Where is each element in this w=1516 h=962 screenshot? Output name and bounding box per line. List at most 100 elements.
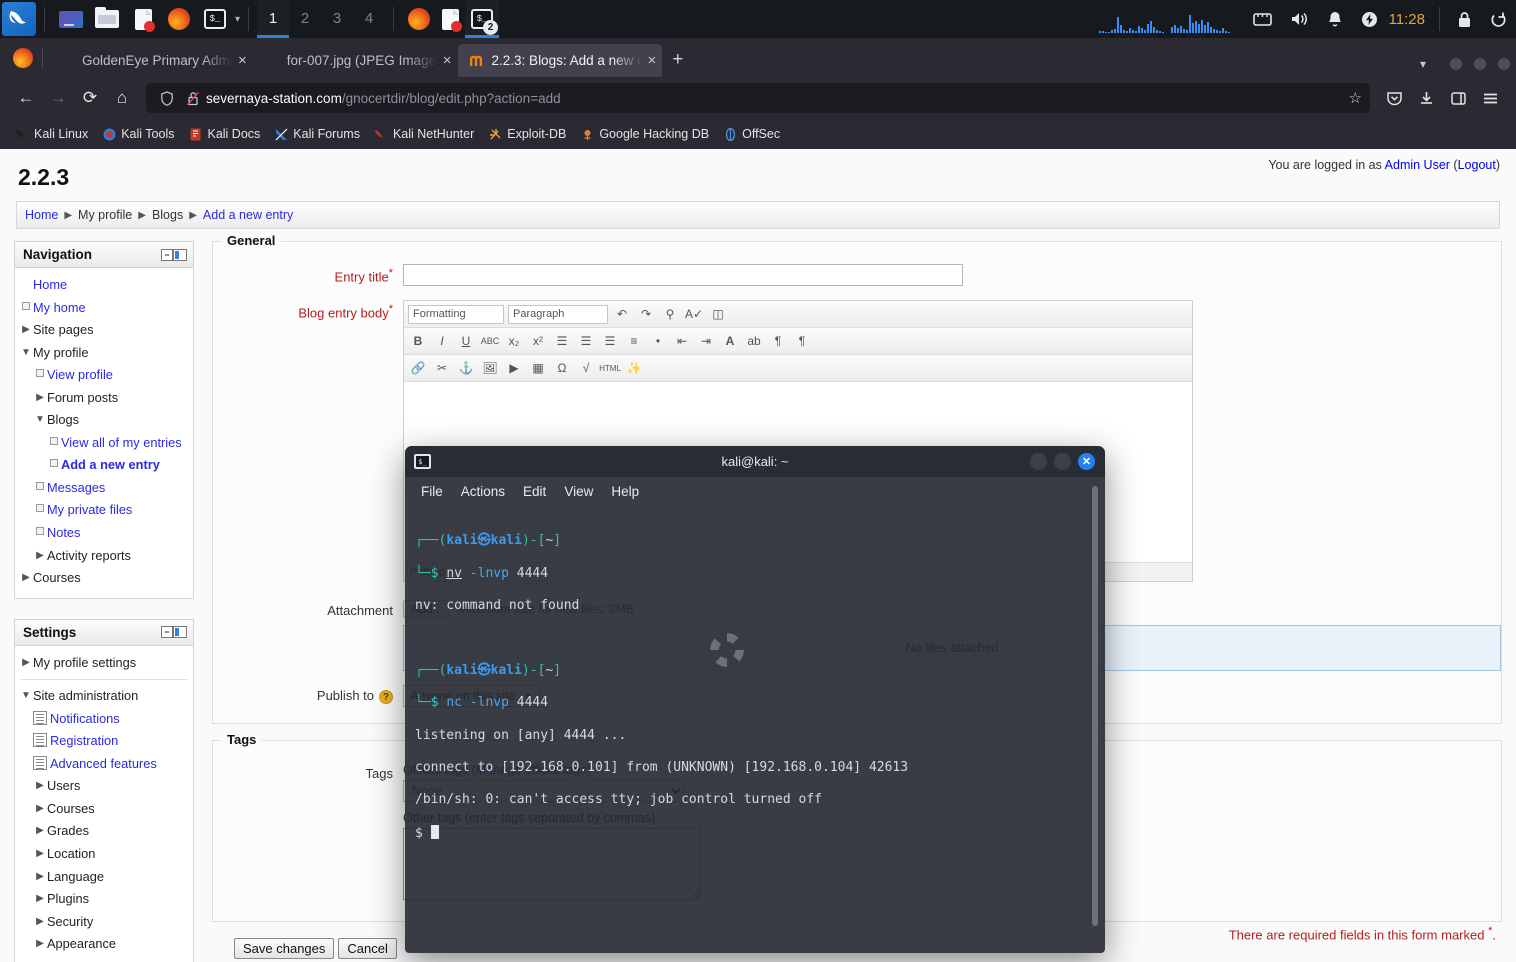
minimize-block-icon[interactable]: − [161,626,173,639]
terminal-titlebar[interactable]: $_ kali@kali: ~ ✕ [405,446,1105,477]
settings-item-label[interactable]: Registration [50,732,118,751]
ltr-icon[interactable]: ¶ [768,332,788,351]
downloads-icon[interactable] [1410,82,1442,114]
rtl-icon[interactable]: ¶ [792,332,812,351]
logged-in-user-link[interactable]: Admin User [1385,158,1450,172]
bookmark-kali-docs[interactable]: Kali Docs [181,124,267,144]
settings-item-plugins[interactable]: Plugins [19,888,189,911]
shield-icon[interactable] [160,90,174,106]
underline-icon[interactable]: U [456,332,476,351]
settings-item-grades[interactable]: Grades [19,820,189,843]
format-select[interactable]: Formatting [408,304,504,324]
nav-item-blogs[interactable]: Blogs [19,409,189,432]
window-minimize-button[interactable] [1450,58,1462,70]
workspace-2[interactable]: 2 [289,0,321,38]
settings-item-my-profile-settings[interactable]: My profile settings [19,652,189,675]
entry-title-input[interactable] [403,264,963,286]
bookmark-google-hacking-db[interactable]: Google Hacking DB [573,124,716,144]
nav-item-label[interactable]: My private files [47,501,132,520]
nav-item-label[interactable]: Home [33,276,67,295]
settings-item-site-administration[interactable]: Site administration [19,685,189,708]
bookmark-kali-nethunter[interactable]: Kali NetHunter [367,124,481,144]
nav-item-my-profile[interactable]: My profile [19,342,189,365]
subscript-icon[interactable]: x₂ [504,332,524,351]
nav-item-label[interactable]: Add a new entry [61,456,160,475]
style-select[interactable]: Paragraph [508,304,608,324]
window-close-button[interactable] [1498,58,1510,70]
nav-item-label[interactable]: Notes [47,524,80,543]
tab-close-icon[interactable]: × [238,53,247,68]
workspace-4[interactable]: 4 [353,0,385,38]
nav-item-label[interactable]: View all of my entries [61,434,182,453]
display-settings-icon[interactable] [56,4,86,34]
insecure-connection-icon[interactable] [186,91,200,106]
chevron-right-icon[interactable] [33,547,47,564]
terminal-maximize-button[interactable] [1054,453,1071,470]
breadcrumb-item-add-new-entry[interactable]: Add a new entry [203,208,293,222]
chevron-right-icon[interactable] [33,845,47,862]
settings-item-registration[interactable]: Registration [19,730,189,753]
terminal-window[interactable]: $_ kali@kali: ~ ✕ File Actions Edit View… [405,446,1105,953]
home-button[interactable]: ⌂ [106,82,138,114]
chevron-right-icon[interactable] [33,800,47,817]
browser-tab-2[interactable]: 2.2.3: Blogs: Add a new en × [457,44,663,77]
chevron-down-icon[interactable]: ▾ [235,14,240,25]
menu-item-actions[interactable]: Actions [461,484,505,499]
settings-item-language[interactable]: Language [19,866,189,889]
unlink-icon[interactable]: ✂ [432,359,452,378]
kali-dragon-icon[interactable] [2,2,36,36]
special-char-icon[interactable]: Ω [552,359,572,378]
address-bar[interactable]: severnaya-station.com/gnocertdir/blog/ed… [146,83,1370,113]
strikethrough-icon[interactable]: ABC [480,332,500,351]
chevron-right-icon[interactable] [33,958,47,962]
align-center-icon[interactable]: ☰ [576,332,596,351]
list-all-tabs-icon[interactable]: ▾ [1402,57,1444,71]
breadcrumb-item-home[interactable]: Home [25,208,58,222]
new-tab-button[interactable]: + [662,49,693,77]
logout-link[interactable]: Logout [1458,158,1496,172]
chevron-right-icon[interactable] [19,321,33,338]
cleanup-icon[interactable]: ✨ [624,359,644,378]
undo-icon[interactable]: ↶ [612,305,632,324]
terminal-close-button[interactable]: ✕ [1078,453,1095,470]
chevron-right-icon[interactable] [33,868,47,885]
help-icon[interactable]: ? [379,690,393,704]
browser-tab-0[interactable]: GoldenEye Primary Admin Se × [48,44,253,77]
workspace-3[interactable]: 3 [321,0,353,38]
save-changes-button[interactable]: Save changes [234,938,335,959]
file-manager-icon[interactable] [92,4,122,34]
chevron-right-icon[interactable] [33,777,47,794]
forward-button[interactable]: → [42,82,74,114]
chevron-down-icon[interactable] [19,344,33,361]
settings-item-security[interactable]: Security [19,911,189,934]
reload-button[interactable]: ⟳ [74,82,106,114]
find-replace-icon[interactable]: ⚲ [660,305,680,324]
chevron-right-icon[interactable] [33,913,47,930]
taskbar-clock[interactable]: 11:28 [1389,11,1425,28]
chevron-right-icon[interactable] [19,569,33,586]
cancel-button[interactable]: Cancel [338,938,397,959]
bold-icon[interactable]: B [408,332,428,351]
nav-item-site-pages[interactable]: Site pages [19,319,189,342]
tab-close-icon[interactable]: × [443,53,452,68]
settings-item-courses[interactable]: Courses [19,798,189,821]
fullscreen-icon[interactable]: ◫ [708,305,728,324]
task-firefox[interactable] [402,0,436,38]
settings-item-location[interactable]: Location [19,843,189,866]
nav-item-label[interactable]: My home [33,299,86,318]
bookmark-offsec[interactable]: OffSec [716,124,787,144]
settings-item-users[interactable]: Users [19,775,189,798]
nav-item-courses[interactable]: Courses [19,567,189,590]
bullet-list-icon[interactable]: • [648,332,668,351]
terminal-minimize-button[interactable] [1030,453,1047,470]
chevron-right-icon[interactable] [33,935,47,952]
chevron-down-icon[interactable] [19,687,33,704]
nav-item-label[interactable]: View profile [47,366,113,385]
bookmark-kali-forums[interactable]: Kali Forums [267,124,367,144]
notifications-icon[interactable] [1327,11,1343,28]
nav-item-view-all-entries[interactable]: View all of my entries [19,432,189,455]
numbered-list-icon[interactable]: ≡ [624,332,644,351]
nav-item-forum-posts[interactable]: Forum posts [19,387,189,410]
menu-item-edit[interactable]: Edit [523,484,546,499]
html-source-icon[interactable]: HTML [599,359,621,378]
